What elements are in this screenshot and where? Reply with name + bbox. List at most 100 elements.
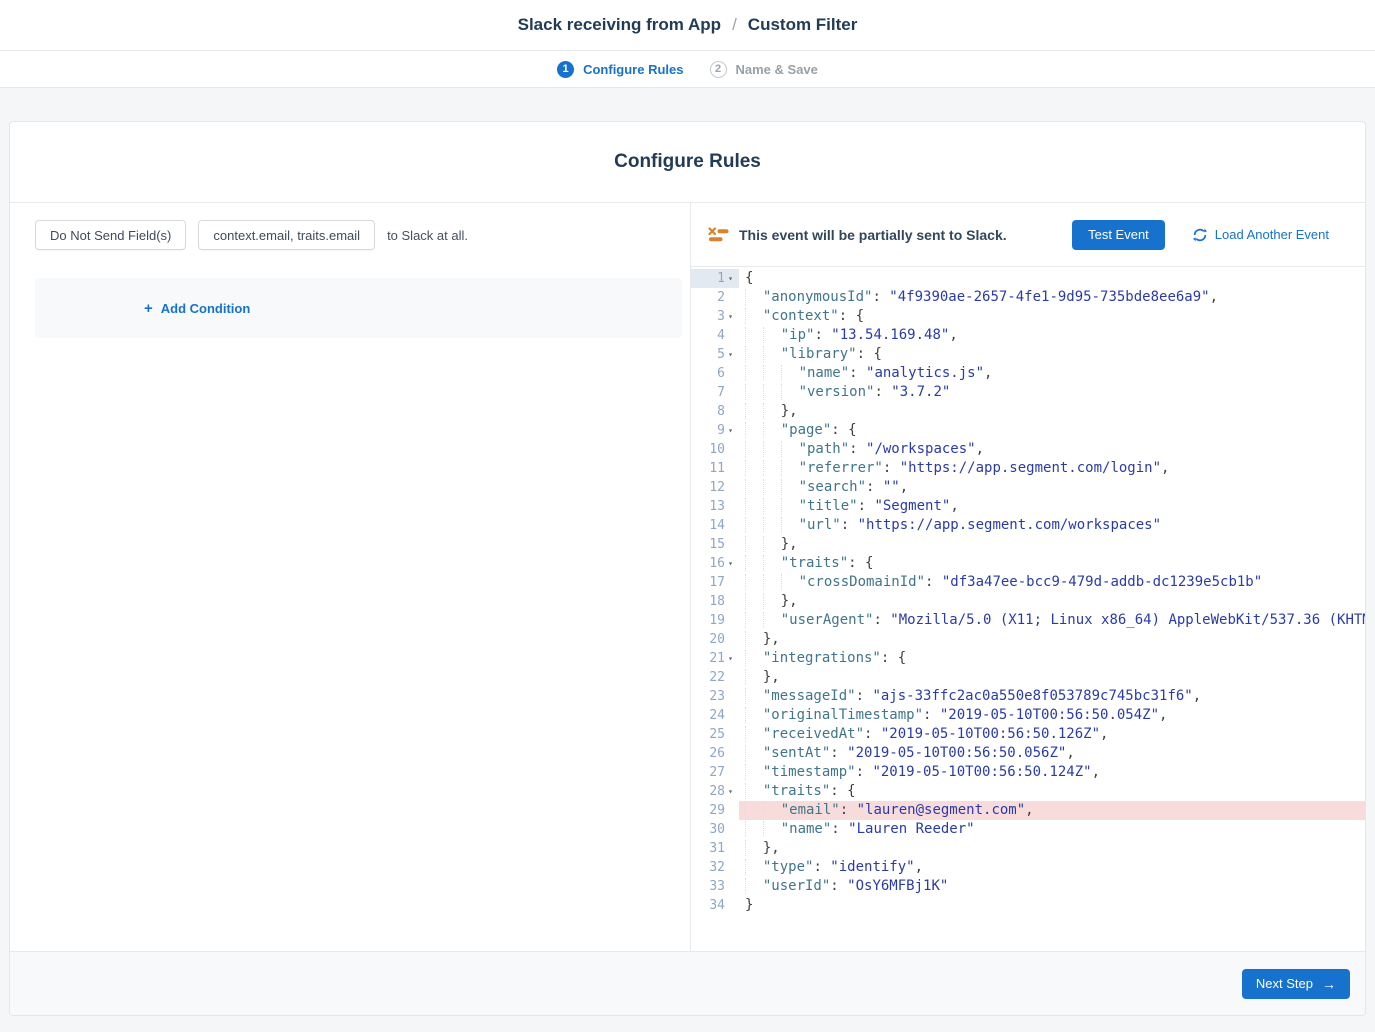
- code-row: 15 },: [691, 535, 1365, 554]
- gutter-cell: 10: [691, 440, 739, 459]
- code-line[interactable]: "context": {: [739, 307, 1365, 326]
- code-line[interactable]: "path": "/workspaces",: [739, 440, 1365, 459]
- line-number: 15: [709, 535, 725, 554]
- indent-guide: [763, 536, 781, 552]
- card-title-row: Configure Rules: [10, 122, 1365, 203]
- code-line[interactable]: "integrations": {: [739, 649, 1365, 668]
- breadcrumb-destination[interactable]: Slack receiving from App: [518, 15, 721, 35]
- code-line[interactable]: }: [739, 896, 1365, 915]
- indent-guide: [745, 745, 763, 761]
- rule-action-selector[interactable]: Do Not Send Field(s): [35, 220, 186, 250]
- code-line[interactable]: },: [739, 402, 1365, 421]
- indent-guide: [763, 574, 781, 590]
- code-row: 34}: [691, 896, 1365, 915]
- indent-guide: [763, 802, 781, 818]
- json-key: "email": [781, 802, 840, 818]
- code-line[interactable]: "ip": "13.54.169.48",: [739, 326, 1365, 345]
- line-number: 9: [717, 421, 725, 440]
- gutter-cell: 27: [691, 763, 739, 782]
- code-line[interactable]: "page": {: [739, 421, 1365, 440]
- fold-toggle-icon[interactable]: ▾: [725, 307, 736, 326]
- indent-guide: [745, 764, 763, 780]
- line-number: 28: [709, 782, 725, 801]
- json-key: "anonymousId": [763, 289, 873, 305]
- code-line[interactable]: {: [739, 269, 1365, 288]
- json-key: "version": [799, 384, 875, 400]
- code-line[interactable]: "userId": "OsY6MFBj1K": [739, 877, 1365, 896]
- code-line[interactable]: },: [739, 535, 1365, 554]
- indent-guide: [781, 441, 799, 457]
- step-2-label: Name & Save: [736, 62, 818, 77]
- json-punctuation: {: [847, 783, 855, 799]
- json-punctuation: ,: [1210, 289, 1218, 305]
- json-string: "2019-05-10T00:56:50.126Z": [881, 726, 1100, 742]
- fold-toggle-icon[interactable]: ▾: [725, 345, 736, 364]
- code-line[interactable]: "search": "",: [739, 478, 1365, 497]
- fold-toggle-icon[interactable]: ▾: [725, 782, 736, 801]
- json-punctuation: :: [881, 650, 898, 666]
- gutter-cell: 30: [691, 820, 739, 839]
- code-line-highlighted[interactable]: "email": "lauren@segment.com",: [739, 801, 1365, 820]
- indent-guide: [745, 859, 763, 875]
- test-event-button[interactable]: Test Event: [1072, 220, 1165, 250]
- code-line[interactable]: "crossDomainId": "df3a47ee-bcc9-479d-add…: [739, 573, 1365, 592]
- code-line[interactable]: "sentAt": "2019-05-10T00:56:50.056Z",: [739, 744, 1365, 763]
- code-line[interactable]: },: [739, 592, 1365, 611]
- json-key: "sentAt": [763, 745, 830, 761]
- json-punctuation: },: [781, 593, 798, 609]
- load-another-event-button[interactable]: Load Another Event: [1187, 226, 1335, 243]
- json-punctuation: {: [745, 270, 753, 286]
- json-punctuation: :: [839, 308, 856, 324]
- code-line[interactable]: "name": "Lauren Reeder": [739, 820, 1365, 839]
- code-line[interactable]: "referrer": "https://app.segment.com/log…: [739, 459, 1365, 478]
- rule-suffix-text: to Slack at all.: [387, 228, 468, 243]
- code-row: 22 },: [691, 668, 1365, 687]
- step-name-and-save[interactable]: 2 Name & Save: [710, 61, 818, 78]
- gutter-cell: 29: [691, 801, 739, 820]
- code-line[interactable]: "userAgent": "Mozilla/5.0 (X11; Linux x8…: [739, 611, 1365, 630]
- indent-guide: [763, 555, 781, 571]
- code-row: 31 },: [691, 839, 1365, 858]
- code-line[interactable]: "traits": {: [739, 554, 1365, 573]
- code-line[interactable]: "version": "3.7.2": [739, 383, 1365, 402]
- code-line[interactable]: },: [739, 839, 1365, 858]
- json-punctuation: },: [763, 840, 780, 856]
- gutter-cell: 15: [691, 535, 739, 554]
- indent-guide: [745, 650, 763, 666]
- code-line[interactable]: "anonymousId": "4f9390ae-2657-4fe1-9d95-…: [739, 288, 1365, 307]
- code-line[interactable]: "originalTimestamp": "2019-05-10T00:56:5…: [739, 706, 1365, 725]
- code-line[interactable]: "receivedAt": "2019-05-10T00:56:50.126Z"…: [739, 725, 1365, 744]
- code-row: 13 "title": "Segment",: [691, 497, 1365, 516]
- code-line[interactable]: "traits": {: [739, 782, 1365, 801]
- json-punctuation: ,: [949, 327, 957, 343]
- fold-toggle-icon[interactable]: ▾: [725, 269, 736, 288]
- code-row: 5▾ "library": {: [691, 345, 1365, 364]
- indent-guide: [781, 517, 799, 533]
- indent-guide: [781, 365, 799, 381]
- indent-guide: [763, 365, 781, 381]
- code-line[interactable]: "type": "identify",: [739, 858, 1365, 877]
- code-line[interactable]: "title": "Segment",: [739, 497, 1365, 516]
- line-number: 2: [717, 288, 725, 307]
- code-line[interactable]: "messageId": "ajs-33ffc2ac0a550e8f053789…: [739, 687, 1365, 706]
- code-line[interactable]: },: [739, 668, 1365, 687]
- fold-toggle-icon[interactable]: ▾: [725, 554, 736, 573]
- json-punctuation: :: [923, 707, 940, 723]
- json-string: "Lauren Reeder": [848, 821, 974, 837]
- code-line[interactable]: "name": "analytics.js",: [739, 364, 1365, 383]
- step-configure-rules[interactable]: 1 Configure Rules: [557, 61, 683, 78]
- fold-toggle-icon[interactable]: ▾: [725, 421, 736, 440]
- code-editor[interactable]: 1▾{2 "anonymousId": "4f9390ae-2657-4fe1-…: [691, 267, 1365, 951]
- line-number: 31: [709, 839, 725, 858]
- code-line[interactable]: "url": "https://app.segment.com/workspac…: [739, 516, 1365, 535]
- code-line[interactable]: "library": {: [739, 345, 1365, 364]
- add-condition-button[interactable]: + Add Condition: [138, 300, 256, 317]
- code-line[interactable]: },: [739, 630, 1365, 649]
- fold-toggle-icon[interactable]: ▾: [725, 649, 736, 668]
- indent-guide: [763, 422, 781, 438]
- next-step-button[interactable]: Next Step →: [1242, 969, 1350, 999]
- arrow-right-icon: →: [1322, 976, 1336, 992]
- rule-fields-selector[interactable]: context.email, traits.email: [198, 220, 375, 250]
- line-number: 33: [709, 877, 725, 896]
- code-line[interactable]: "timestamp": "2019-05-10T00:56:50.124Z",: [739, 763, 1365, 782]
